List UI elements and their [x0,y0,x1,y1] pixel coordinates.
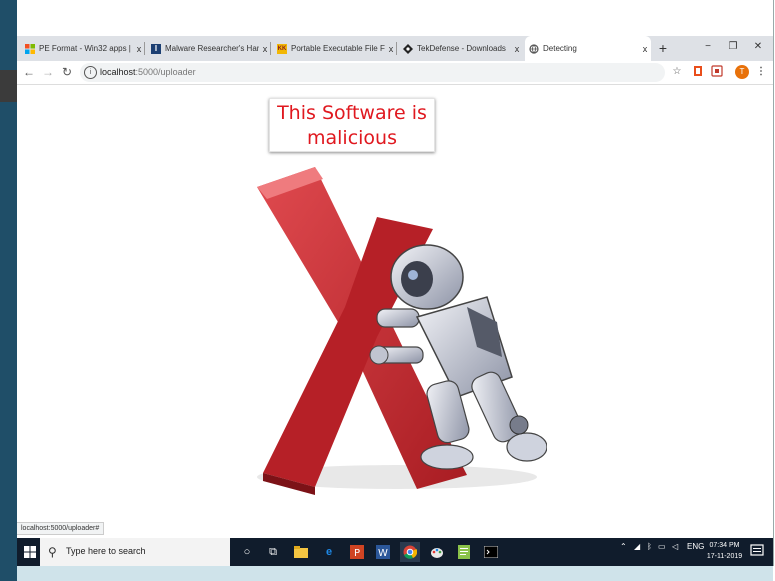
tab-malware-handbook[interactable]: I Malware Researcher's Handbo x [147,36,271,61]
status-url: localhost:5000/uploader# [17,522,105,535]
windows-logo-icon [25,43,35,54]
close-window-button[interactable]: ✕ [747,36,769,58]
svg-text:W: W [378,548,388,559]
browser-window: PE Format - Win32 apps | Micr x I Malwar… [17,0,774,566]
search-icon: ⚲ [48,545,57,559]
paint-icon[interactable] [427,542,447,562]
tab-pe-format[interactable]: PE Format - Win32 apps | Micr x [21,36,145,61]
svg-text:P: P [354,548,360,559]
extension-shield-icon[interactable] [710,65,724,79]
bluetooth-icon[interactable]: ᛒ [647,542,652,551]
command-prompt-icon[interactable] [481,542,501,562]
reload-icon[interactable]: ↻ [59,64,75,80]
kk-icon: KK [277,43,287,54]
taskbar-search-input[interactable]: ⚲ Type here to search [40,538,230,566]
edge-browser-icon[interactable]: e [319,542,339,562]
close-icon[interactable]: x [639,44,651,54]
notepad-icon[interactable] [454,542,474,562]
tab-title: PE Format - Win32 apps | Micr [39,44,133,53]
clock-time: 07:34 PM [709,542,740,549]
new-tab-button[interactable]: + [655,36,671,61]
tab-title: Portable Executable File Forma [291,44,385,53]
system-clock[interactable]: 07:34 PM 17-11-2019 [702,540,747,562]
tab-title: Malware Researcher's Handbo [165,44,259,53]
malicious-result-banner: This Software is malicious [269,98,435,152]
powerpoint-icon[interactable]: P [347,542,367,562]
cortana-icon[interactable]: ○ [237,542,257,562]
tab-title: Detecting [543,44,577,53]
office-extension-icon[interactable] [691,65,705,79]
file-explorer-icon[interactable] [291,542,311,562]
show-hidden-icons-icon[interactable]: ⌃ [620,542,627,551]
task-view-icon[interactable]: ⧉ [263,542,283,562]
info-icon[interactable]: i [84,66,97,79]
maximize-button[interactable]: ❐ [722,36,744,58]
robot-pushing-red-x-icon [257,167,547,495]
shield-icon [403,43,413,54]
close-icon[interactable]: x [511,44,523,54]
minimize-button[interactable]: − [697,36,719,58]
book-icon: I [151,43,161,54]
network-icon[interactable]: ◢ [634,542,640,551]
tab-tekdefense[interactable]: TekDefense - Downloads x [399,36,523,61]
windows-taskbar: ⚲ Type here to search ○ ⧉ e P W ⌃ ◢ ᛒ ▭ … [17,538,773,566]
page-content: This Software is malicious [17,85,773,535]
star-icon[interactable]: ☆ [670,65,684,79]
battery-icon[interactable]: ▭ [658,542,666,551]
clock-date: 17-11-2019 [706,553,743,560]
url-text[interactable]: localhost:5000/uploader [100,67,196,77]
notification-center-icon[interactable] [750,544,764,558]
menu-dots-icon[interactable]: ⋮ [754,65,768,79]
browser-toolbar: ← → ↻ i localhost:5000/uploader ☆ T ⋮ [17,61,773,85]
address-bar[interactable]: i localhost:5000/uploader [80,63,665,82]
globe-icon [529,43,539,54]
profile-avatar[interactable]: T [735,65,749,79]
windows-start-icon[interactable] [21,543,39,561]
tab-title: TekDefense - Downloads [417,44,506,53]
forward-arrow-icon[interactable]: → [40,64,56,80]
search-placeholder: Type here to search [66,546,146,556]
back-arrow-icon[interactable]: ← [21,64,37,80]
desktop-background [17,566,773,581]
banner-line-1: This Software is [277,102,427,124]
chrome-icon[interactable] [400,542,420,562]
banner-line-2: malicious [307,127,397,149]
tab-detecting[interactable]: Detecting x [525,36,651,61]
tab-portable-executable[interactable]: KK Portable Executable File Forma x [273,36,397,61]
word-icon[interactable]: W [373,542,393,562]
left-edge [0,0,17,581]
volume-icon[interactable]: ◁ [672,542,678,551]
